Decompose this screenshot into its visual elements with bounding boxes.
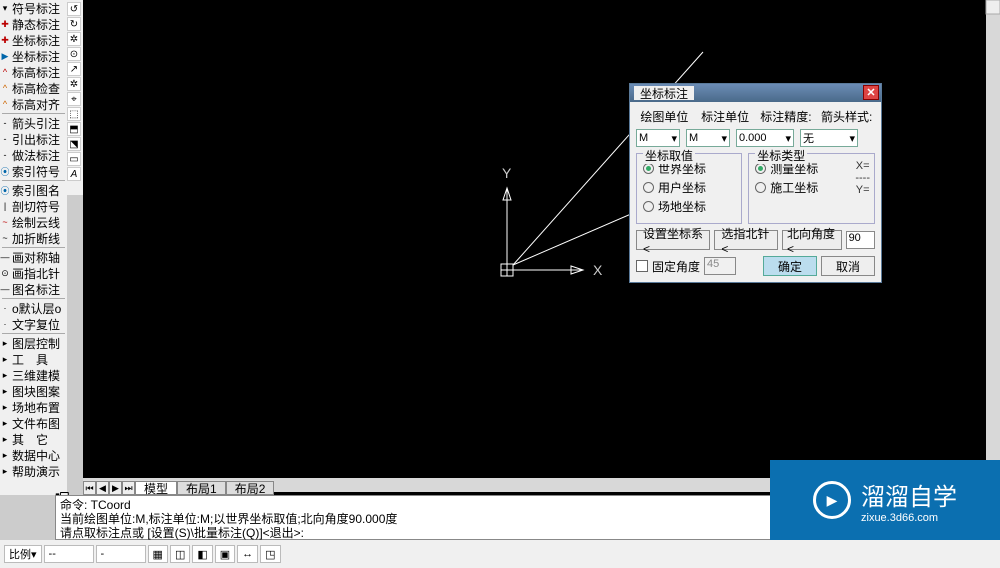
- watermark: ▶ 溜溜自学 zixue.3d66.com: [770, 460, 1000, 540]
- tool-icon[interactable]: ↻: [67, 17, 81, 31]
- header-draw-unit: 绘图单位: [636, 108, 693, 125]
- btn-pick-north[interactable]: 选指北针<: [714, 230, 778, 250]
- group-coord-type: 坐标类型: [755, 147, 807, 164]
- sidebar-item[interactable]: ~加折断线: [0, 230, 67, 246]
- tool-icon[interactable]: ✲: [67, 77, 81, 91]
- sidebar-item[interactable]: ▸工 具: [0, 351, 67, 367]
- ok-button[interactable]: 确定: [763, 256, 817, 276]
- fixed-angle-input[interactable]: 45: [704, 257, 736, 275]
- sidebar-item[interactable]: —画对称轴: [0, 249, 67, 265]
- select-precision[interactable]: 0.000▾: [736, 129, 794, 147]
- sidebar-item[interactable]: ▾符号标注: [0, 0, 67, 16]
- select-arrow-style[interactable]: 无▾: [800, 129, 858, 147]
- select-label-unit[interactable]: M▾: [686, 129, 730, 147]
- sidebar-item[interactable]: ▸其 它: [0, 431, 67, 447]
- radio-construction-coord[interactable]: 施工坐标: [755, 179, 868, 196]
- header-arrow: 箭头样式:: [818, 108, 875, 125]
- sidebar-item[interactable]: ^标高标注: [0, 64, 67, 80]
- close-icon[interactable]: ✕: [863, 85, 879, 100]
- tab-nav-prev[interactable]: ◀: [96, 481, 109, 495]
- radio-site-coord[interactable]: 场地坐标: [643, 198, 735, 215]
- sidebar-item[interactable]: ·文字复位: [0, 316, 67, 332]
- north-angle-label[interactable]: 北向角度<: [782, 230, 842, 250]
- sidebar-item[interactable]: —图名标注: [0, 281, 67, 297]
- dialog-titlebar[interactable]: 坐标标注 ✕: [630, 84, 881, 102]
- status-toggle[interactable]: ◳: [260, 545, 280, 563]
- radio-user-coord[interactable]: 用户坐标: [643, 179, 735, 196]
- sidebar-item[interactable]: ▸图层控制: [0, 335, 67, 351]
- sidebar-item[interactable]: ✚静态标注: [0, 16, 67, 32]
- sidebar-item[interactable]: ~绘制云线: [0, 214, 67, 230]
- vertical-icon-toolbar: ↺ ↻ ✲ ⊙ ↗ ✲ ⌖ ⬚ ⬒ ⬔ ▭ A: [67, 0, 83, 195]
- status-v2: -: [96, 545, 146, 563]
- tab-nav-last[interactable]: ⏭: [122, 481, 135, 495]
- tab-nav-next[interactable]: ▶: [109, 481, 122, 495]
- sidebar-item[interactable]: ▸三维建模: [0, 367, 67, 383]
- tool-icon[interactable]: ↗: [67, 62, 81, 76]
- tool-icon[interactable]: ⬚: [67, 107, 81, 121]
- format-sample: X= ---- Y=: [855, 160, 870, 196]
- dialog-title: 坐标标注: [634, 86, 694, 100]
- sidebar-item[interactable]: ▸文件布图: [0, 415, 67, 431]
- layout-tabs: ⏮ ◀ ▶ ⏭ 模型 布局1 布局2: [83, 480, 274, 496]
- watermark-url: zixue.3d66.com: [861, 512, 957, 524]
- sidebar-item[interactable]: -做法标注: [0, 147, 67, 163]
- tab-layout1[interactable]: 布局1: [177, 481, 226, 495]
- cancel-button[interactable]: 取消: [821, 256, 875, 276]
- tab-nav-first[interactable]: ⏮: [83, 481, 96, 495]
- sidebar-item[interactable]: ✚坐标标注: [0, 32, 67, 48]
- axis-label-x: X: [593, 262, 603, 278]
- tool-icon[interactable]: ⬒: [67, 122, 81, 136]
- status-toggle[interactable]: ◫: [170, 545, 190, 563]
- status-toggle[interactable]: ▦: [148, 545, 168, 563]
- sidebar-item[interactable]: ·o默认层o: [0, 300, 67, 316]
- status-toggle[interactable]: ▣: [215, 545, 235, 563]
- watermark-brand: 溜溜自学: [861, 484, 957, 511]
- tab-layout2[interactable]: 布局2: [226, 481, 275, 495]
- sidebar-item[interactable]: -引出标注: [0, 131, 67, 147]
- axis-label-y: Y: [502, 165, 512, 181]
- tool-icon[interactable]: ✲: [67, 32, 81, 46]
- status-v1: --: [44, 545, 94, 563]
- sidebar-item[interactable]: ⦿索引图名: [0, 182, 67, 198]
- sidebar-item[interactable]: -箭头引注: [0, 115, 67, 131]
- tab-model[interactable]: 模型: [135, 481, 177, 495]
- header-label-unit: 标注单位: [697, 108, 754, 125]
- play-icon: ▶: [813, 481, 851, 519]
- status-ratio[interactable]: 比例▾: [4, 545, 42, 563]
- tool-icon[interactable]: ⊙: [67, 47, 81, 61]
- check-fixed-angle[interactable]: 固定角度: [636, 258, 700, 275]
- tool-icon[interactable]: ▭: [67, 152, 81, 166]
- sidebar-item[interactable]: ^标高对齐: [0, 96, 67, 112]
- sidebar-item[interactable]: ▸场地布置: [0, 399, 67, 415]
- north-angle-input[interactable]: 90: [846, 231, 875, 249]
- sidebar-item[interactable]: |剖切符号: [0, 198, 67, 214]
- tool-icon[interactable]: A: [67, 167, 81, 181]
- sidebar-item[interactable]: ▸数据中心: [0, 447, 67, 463]
- status-bar: 比例▾ -- - ▦ ◫ ◧ ▣ ↔ ◳: [0, 540, 1000, 568]
- sidebar-item[interactable]: ▸帮助演示: [0, 463, 67, 479]
- sidebar-item[interactable]: ▸图块图案: [0, 383, 67, 399]
- sidebar-item[interactable]: ^标高检查: [0, 80, 67, 96]
- status-toggle[interactable]: ◧: [192, 545, 212, 563]
- select-draw-unit[interactable]: M▾: [636, 129, 680, 147]
- sidebar-item[interactable]: ▶坐标标注: [0, 48, 67, 64]
- group-coord-value: 坐标取值: [643, 147, 695, 164]
- coordinate-dialog: 坐标标注 ✕ 绘图单位 标注单位 标注精度: 箭头样式: M▾ M▾ 0.000…: [629, 83, 882, 283]
- sidebar-item[interactable]: ⊙画指北针: [0, 265, 67, 281]
- sidebar: ▾符号标注 ✚静态标注 ✚坐标标注 ▶坐标标注 ^标高标注 ^标高检查 ^标高对…: [0, 0, 67, 495]
- sidebar-item[interactable]: ⦿索引符号: [0, 163, 67, 179]
- status-toggle[interactable]: ↔: [237, 545, 258, 563]
- tool-icon[interactable]: ⌖: [67, 92, 81, 106]
- tool-icon[interactable]: ↺: [67, 2, 81, 16]
- btn-set-coord-sys[interactable]: 设置坐标系<: [636, 230, 710, 250]
- header-precision: 标注精度:: [758, 108, 815, 125]
- tool-icon[interactable]: ⬔: [67, 137, 81, 151]
